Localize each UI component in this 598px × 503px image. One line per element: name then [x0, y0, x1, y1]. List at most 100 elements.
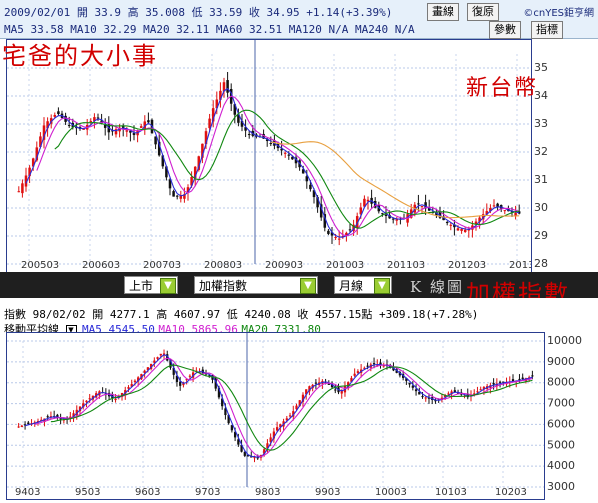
period-select[interactable]: 月線 ▼: [334, 276, 392, 294]
x-tick-label: 10003: [375, 487, 407, 498]
chevron-down-icon: ▼: [374, 278, 390, 294]
copyright-label: ©cnYES鉅亨網: [523, 8, 594, 19]
taiex-candlestick-chart: 9403 9503 9603 9703 9803 9903 10003 10103 10203: [6, 332, 545, 500]
y-tick-label: 33: [534, 117, 548, 130]
restore-button[interactable]: 復原: [467, 3, 499, 21]
candle-body: [179, 381, 182, 386]
candle-body: [420, 205, 424, 207]
candle-body: [114, 398, 117, 401]
y-tick-label: 29: [534, 229, 548, 242]
candle-body: [445, 222, 449, 224]
candle-body: [514, 212, 517, 216]
candle-body: [20, 425, 23, 427]
candle-body: [57, 111, 60, 115]
candle-body: [463, 229, 467, 232]
candle-body: [334, 237, 337, 239]
candle-body: [381, 213, 384, 215]
currency-label: 新台幣: [466, 76, 539, 101]
candle-body: [127, 387, 130, 389]
indicator-button[interactable]: 指標: [531, 21, 563, 39]
y-tick-label: 3000: [547, 480, 575, 493]
candle-body: [21, 183, 24, 194]
candle-body: [133, 380, 137, 382]
candle-body: [449, 224, 453, 226]
candle-body: [511, 379, 515, 382]
candle-body: [372, 363, 376, 365]
candle-body: [27, 422, 30, 424]
candle-body: [17, 191, 21, 193]
candle-body: [283, 152, 287, 154]
candle-body: [414, 389, 418, 392]
twd-chart-header: 2009/02/01 開 33.9 高 35.008 低 33.59 收 34.…: [0, 0, 598, 39]
candle-body: [492, 205, 496, 207]
blog-title: 宅爸的大小事: [2, 42, 158, 70]
ma-values-line: MA5 33.58 MA10 32.29 MA20 32.11 MA60 32.…: [4, 23, 415, 36]
candle-body: [247, 134, 251, 136]
taiex-ohlc-line: 指數 98/02/02 開 4277.1 高 4607.97 低 4240.08…: [4, 308, 479, 321]
x-tick-label: 9703: [195, 487, 220, 498]
twd-y-axis: 35 34 33 32 31 30 29 28: [534, 61, 548, 270]
market-select[interactable]: 上市 ▼: [124, 276, 178, 294]
candle-body: [447, 393, 450, 395]
x-tick-label: 9903: [315, 487, 340, 498]
x-tick-label: 200603: [82, 260, 120, 271]
candle-body: [188, 375, 192, 377]
x-tick-label: 9403: [15, 487, 40, 498]
period-select-value: 月線: [339, 279, 364, 293]
chart-control-bar: 上市 ▼ 加權指數 ▼ 月線 ▼ K 線圖 加權指數: [0, 272, 598, 308]
candle-body: [348, 229, 352, 231]
candle-body: [337, 238, 341, 240]
candle-body: [479, 389, 482, 391]
index-select[interactable]: 加權指數 ▼: [194, 276, 318, 294]
candle-body: [327, 383, 330, 385]
y-tick-label: 35: [534, 61, 548, 74]
candle-body: [67, 125, 71, 127]
y-tick-label: 6000: [547, 417, 575, 430]
params-button[interactable]: 參數: [489, 21, 521, 39]
candle-body: [314, 382, 318, 384]
draw-line-button[interactable]: 畫線: [427, 3, 459, 21]
kline-chart-label: K 線圖: [410, 278, 464, 296]
candle-body: [531, 375, 534, 377]
candle-body: [147, 120, 150, 123]
candle-body: [132, 132, 136, 136]
y-tick-label: 7000: [547, 397, 575, 410]
x-tick-label: 9803: [255, 487, 280, 498]
x-tick-label: 10103: [435, 487, 467, 498]
taiex-info-bar: 指數 98/02/02 開 4277.1 高 4607.97 低 4240.08…: [0, 298, 598, 336]
x-tick-label: 201003: [326, 260, 364, 271]
x-tick-label: 10203: [495, 487, 527, 498]
x-tick-label: 201203: [448, 260, 486, 271]
index-select-value: 加權指數: [199, 279, 248, 293]
candle-body: [353, 373, 356, 376]
y-tick-label: 34: [534, 89, 548, 102]
twd-chart-svg: 200503 200603 200703 200803 200903 201003 2011…: [7, 40, 547, 271]
candle-body: [139, 126, 143, 128]
y-tick-label: 10000: [547, 334, 582, 347]
market-select-value: 上市: [129, 279, 154, 293]
ma10-line: [34, 357, 533, 458]
chevron-down-icon: ▼: [300, 278, 316, 294]
candle-body: [408, 382, 411, 385]
x-tick-label: 200703: [143, 260, 181, 271]
candle-body: [521, 377, 524, 379]
ohlc-info-line: 2009/02/01 開 33.9 高 35.008 低 33.59 收 34.…: [4, 6, 393, 19]
candle-body: [309, 184, 312, 190]
candle-body: [384, 214, 388, 216]
x-tick-label: 200503: [21, 260, 59, 271]
x-tick-label: 9503: [75, 487, 100, 498]
y-tick-label: 28: [534, 257, 548, 270]
y-tick-label: 31: [534, 173, 548, 186]
y-tick-label: 8000: [547, 376, 575, 389]
candle-body: [53, 114, 57, 117]
twd-chart-panel: 2009/02/01 開 33.9 高 35.008 低 33.59 收 34.…: [0, 0, 598, 273]
ma5-line: [24, 354, 533, 458]
candle-body: [456, 228, 460, 231]
candle-body: [288, 415, 292, 417]
candle-body: [421, 396, 424, 398]
candle-body: [156, 357, 159, 359]
candle-body: [503, 210, 507, 212]
candle-body: [356, 371, 360, 373]
candle-body: [88, 398, 91, 400]
candle-body: [175, 195, 179, 197]
